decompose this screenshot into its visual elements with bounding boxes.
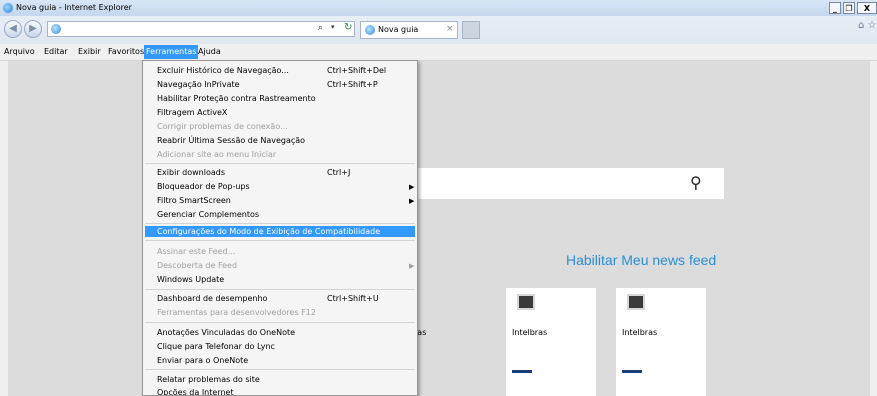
forward-arrow-icon: ▶ — [29, 23, 37, 34]
back-button[interactable]: ◀ — [4, 20, 22, 38]
submenu-arrow-icon: ▶ — [409, 183, 415, 191]
menu-ajuda[interactable]: Ajuda — [196, 45, 223, 59]
close-button[interactable]: X — [857, 2, 877, 14]
menu-item-lync-click-to-call[interactable]: Clique para Telefonar do Lync — [157, 342, 275, 352]
minimize-button[interactable]: _ — [829, 2, 841, 14]
menu-item-compatibility-view[interactable]: Configurações do Modo de Exibição de Com… — [157, 227, 380, 237]
menu-item-add-to-start: Adicionar site ao menu Iniciar — [157, 150, 277, 159]
tab-favicon-icon — [365, 25, 375, 35]
menu-shortcut: Ctrl+Shift+U — [327, 294, 379, 303]
menu-separator — [145, 369, 415, 370]
menu-item-reopen-session[interactable]: Reabrir Última Sessão de Navegação — [157, 136, 305, 146]
search-input[interactable]: ⚲ — [402, 168, 724, 199]
submenu-arrow-icon: ▶ — [409, 262, 415, 270]
menu-shortcut: Ctrl+Shift+P — [327, 80, 378, 89]
menu-item-smartscreen[interactable]: Filtro SmartScreen — [157, 196, 231, 206]
menu-item-onenote-linked-notes[interactable]: Anotações Vinculadas do OneNote — [157, 328, 295, 338]
site-tile-accent — [512, 370, 532, 373]
menu-separator — [145, 163, 415, 164]
menu-item-popup-blocker[interactable]: Bloqueador de Pop-ups — [157, 182, 250, 192]
submenu-arrow-icon: ▶ — [409, 197, 415, 205]
search-icon[interactable]: ⚲ — [690, 173, 702, 192]
toolbar-right-icons[interactable]: ⌂ ☆ ⚙ — [858, 20, 877, 31]
site-tile-label: Intelbras — [512, 328, 548, 337]
site-tile-label: Intelbras — [622, 328, 658, 337]
forward-button[interactable]: ▶ — [24, 20, 42, 38]
new-tab-button[interactable] — [462, 21, 480, 39]
tab-nova-guia[interactable]: Nova guia × — [360, 21, 458, 39]
site-thumbnail-icon — [627, 294, 645, 310]
menu-item-internet-options[interactable]: Opções da Internet — [157, 388, 234, 395]
menu-item-f12-tools: Ferramentas para desenvolvedores F12 — [157, 308, 316, 317]
window-title: Nova guia - Internet Explorer — [16, 3, 132, 12]
menu-separator — [145, 240, 415, 241]
internet-explorer-icon — [3, 3, 13, 13]
menu-arquivo[interactable]: Arquivo — [2, 45, 37, 59]
page-favicon-icon — [51, 24, 61, 34]
menu-ferramentas[interactable]: Ferramentas — [144, 45, 199, 59]
site-tile[interactable]: Intelbras — [506, 288, 596, 396]
menu-item-activex-filtering[interactable]: Filtragem ActiveX — [157, 108, 227, 118]
navigation-bar: ◀ ▶ ⌕ ▾ ↻ Nova guia × ⌂ ☆ ⚙ — [0, 16, 877, 44]
chevron-down-icon[interactable]: ▾ — [331, 23, 335, 31]
menu-shortcut: Ctrl+J — [327, 168, 351, 177]
menu-item-performance-dashboard[interactable]: Dashboard de desempenho — [157, 294, 267, 304]
menu-item-send-to-onenote[interactable]: Enviar para o OneNote — [157, 356, 248, 366]
scrollbar[interactable] — [870, 61, 877, 396]
site-tile[interactable]: Intelbras — [616, 288, 706, 396]
menu-separator — [145, 289, 415, 290]
menu-bar: Arquivo Editar Exibir Favoritos Ferramen… — [0, 44, 877, 61]
menu-favoritos[interactable]: Favoritos — [106, 45, 146, 59]
title-bar: Nova guia - Internet Explorer _ ❐ X — [0, 0, 877, 16]
new-tab-page — [8, 61, 870, 396]
tab-label: Nova guia — [378, 25, 419, 34]
menu-exibir[interactable]: Exibir — [76, 45, 103, 59]
address-bar[interactable]: ⌕ ▾ ↻ — [47, 21, 355, 37]
search-icon[interactable]: ⌕ — [318, 23, 323, 33]
menu-item-manage-addons[interactable]: Gerenciar Complementos — [157, 210, 259, 220]
menu-separator — [145, 223, 415, 224]
site-tile-accent — [622, 370, 642, 373]
menu-item-tracking-protection[interactable]: Habilitar Proteção contra Rastreamento — [157, 94, 316, 104]
menu-separator — [145, 322, 415, 323]
close-tab-icon[interactable]: × — [446, 24, 454, 34]
menu-item-subscribe-feed: Assinar este Feed... — [157, 247, 236, 256]
menu-shortcut: Ctrl+Shift+Del — [327, 66, 387, 75]
menu-item-inprivate[interactable]: Navegação InPrivate — [157, 80, 240, 90]
site-thumbnail-icon — [517, 294, 535, 310]
menu-item-view-downloads[interactable]: Exibir downloads — [157, 168, 225, 178]
tools-menu: Excluir Histórico de Navegação... Ctrl+S… — [142, 60, 418, 396]
menu-editar[interactable]: Editar — [42, 45, 70, 59]
menu-item-fix-connection: Corrigir problemas de conexão... — [157, 122, 288, 131]
menu-item-report-site-problems[interactable]: Relatar problemas do site — [157, 375, 260, 385]
maximize-button[interactable]: ❐ — [843, 2, 855, 14]
menu-item-delete-history[interactable]: Excluir Histórico de Navegação... — [157, 66, 289, 76]
refresh-icon[interactable]: ↻ — [344, 22, 352, 33]
menu-item-feed-discovery: Descoberta de Feed — [157, 261, 238, 270]
back-arrow-icon: ◀ — [9, 23, 17, 34]
menu-item-windows-update[interactable]: Windows Update — [157, 275, 224, 285]
enable-news-feed-link[interactable]: Habilitar Meu news feed — [566, 252, 716, 268]
